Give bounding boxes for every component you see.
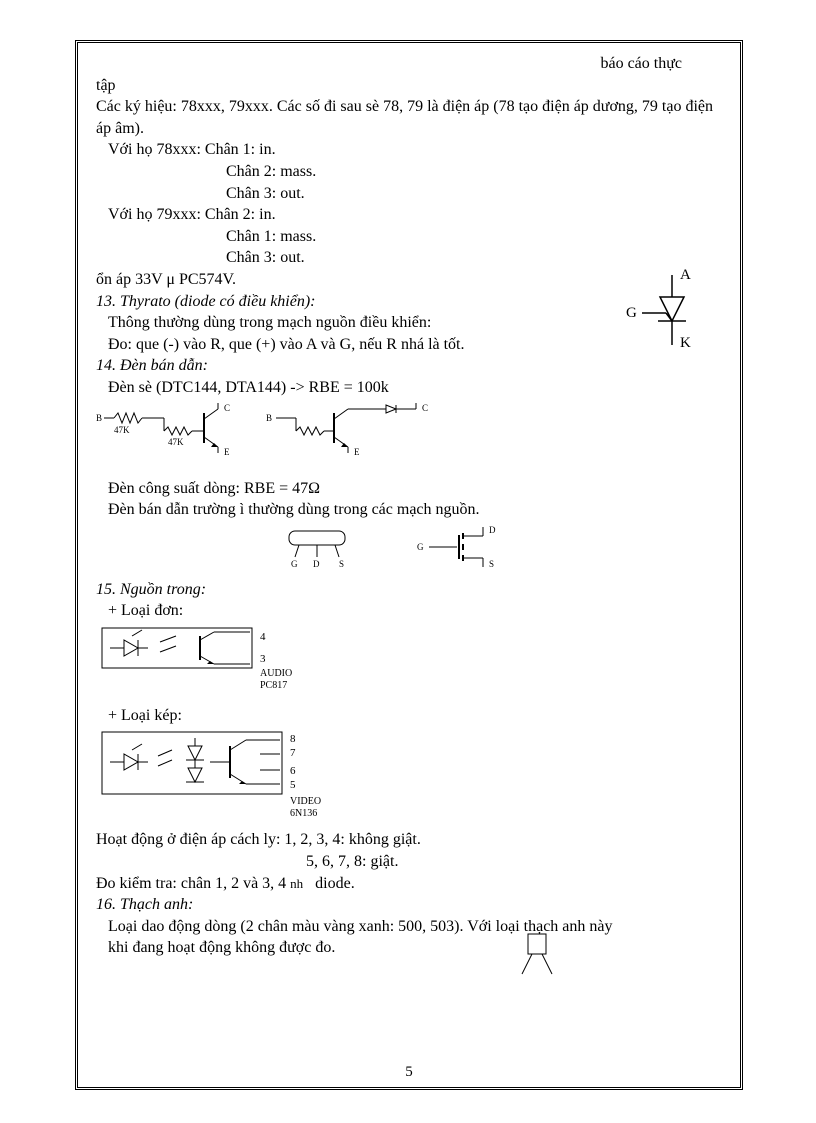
thyristor-G: G [626,305,637,321]
opto2-p6: 6 [290,765,296,777]
sec15-l3b: nh [290,876,303,891]
fet-D2: D [489,525,496,535]
header-title: báo cáo thực [96,53,722,75]
sec16-title: 16. Thạch anh: [96,894,722,916]
p1: Các ký hiệu: 78xxx, 79xxx. Các số đi sau… [96,96,722,139]
sec15-double: + Loại kép: [96,705,722,727]
page-number: 5 [405,1064,413,1081]
sec15-single: + Loại đơn: [96,600,722,622]
circ1-B1: B [96,413,102,423]
circ1-R2: 47K [168,437,184,447]
circ1-C2: C [422,403,428,413]
opto1-name1: AUDIO [260,668,292,679]
sec14-title: 14. Đèn bán dẫn: [96,355,722,377]
circ1-R1: 47K [114,425,130,435]
opto1-p3: 3 [260,653,266,665]
circ1-B2: B [266,413,272,423]
sec15-l1: Hoạt động ở điện áp cách ly: 1, 2, 3, 4:… [96,829,722,851]
fam78-3: Chân 3: out. [96,183,722,205]
page-frame: báo cáo thực tập Các ký hiệu: 78xxx, 79x… [75,40,743,1090]
fet-S2: S [489,559,494,569]
fam79-3: Chân 3: out. [96,247,722,269]
thyristor-K: K [680,335,691,351]
opto-single: 4 3 AUDIO PC817 [96,626,722,701]
sec15-l3a: Đo kiểm tra: chân 1, 2 và 3, 4 [96,875,286,892]
sec16-l1: Loại dao động dòng (2 chân màu vàng xanh… [96,916,722,959]
circ1-E1: E [224,447,230,457]
crystal-icon [512,930,562,980]
opto2-p5: 5 [290,779,296,791]
transistor-circuits: B 47K 47K C E B [96,403,722,468]
sec14-l3: Đèn bán dẫn trường ì thường dùng trong c… [96,499,722,521]
fam79-1: Chân 1: mass. [96,226,722,248]
circ1-C1: C [224,403,230,413]
fet-G2: G [417,542,424,552]
sec15-l3c: diode. [315,875,355,892]
sec15-l2: 5, 6, 7, 8: giật. [96,851,722,873]
fam79-header: Với họ 79xxx: Chân 2: in. [96,204,722,226]
opto2-name2: 6N136 [290,808,317,819]
thyristor-A: A [680,267,691,283]
opto2-p7: 7 [290,747,296,759]
opto-double: 8 7 6 5 VIDEO 6N136 [96,730,722,825]
line-tap: tập [96,75,722,97]
opto1-name2: PC817 [260,680,287,691]
fet-diagrams: G D S G D S [96,525,722,575]
fet-D: D [313,559,320,569]
sec14-l1: Đèn sè (DTC144, DTA144) -> RBE = 100k [96,377,722,399]
opto1-p4: 4 [260,631,266,643]
fam78-2: Chân 2: mass. [96,161,722,183]
thyristor-symbol-icon: A G K [622,267,712,357]
opto2-p8: 8 [290,733,296,745]
fam78-header: Với họ 78xxx: Chân 1: in. [96,139,722,161]
sec14-l2: Đèn công suất dòng: RBE = 47Ω [96,478,722,500]
opto2-name1: VIDEO [290,796,321,807]
sec15-l3: Đo kiểm tra: chân 1, 2 và 3, 4 nh diode. [96,873,722,895]
circ1-E2: E [354,447,360,457]
fet-S: S [339,559,344,569]
sec15-title: 15. Nguồn trong: [96,579,722,601]
fet-G: G [291,559,298,569]
